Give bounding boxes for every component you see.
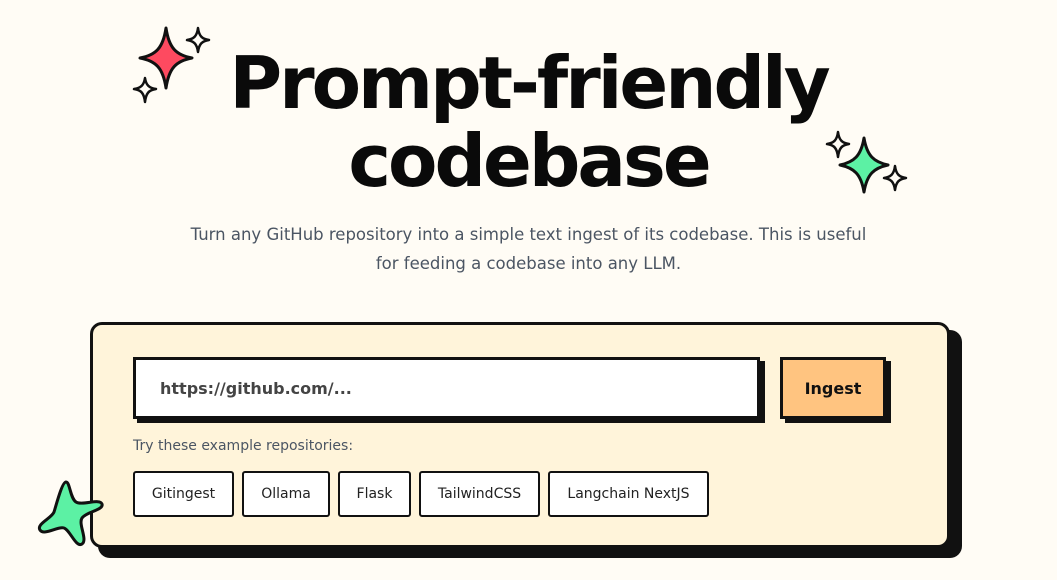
example-repo-ollama[interactable]: Ollama [242, 471, 330, 517]
star-green-icon [37, 480, 104, 547]
examples-label: Try these example repositories: [133, 438, 354, 454]
page: Prompt-friendly codebase Turn any GitHub… [0, 0, 1057, 580]
title-line-1: Prompt-friendly [229, 41, 830, 125]
example-repo-tailwindcss[interactable]: TailwindCSS [419, 471, 540, 517]
example-repo-flask[interactable]: Flask [338, 471, 411, 517]
page-subtitle: Turn any GitHub repository into a simple… [190, 225, 867, 273]
example-repo-langchain-nextjs[interactable]: Langchain NextJS [548, 471, 709, 517]
example-repo-gitingest[interactable]: Gitingest [133, 471, 234, 517]
ingest-button[interactable]: Ingest [780, 357, 886, 419]
repo-url-input[interactable] [133, 357, 760, 419]
title-line-2: codebase [348, 119, 711, 203]
page-title: Prompt-friendly codebase [0, 44, 1057, 200]
